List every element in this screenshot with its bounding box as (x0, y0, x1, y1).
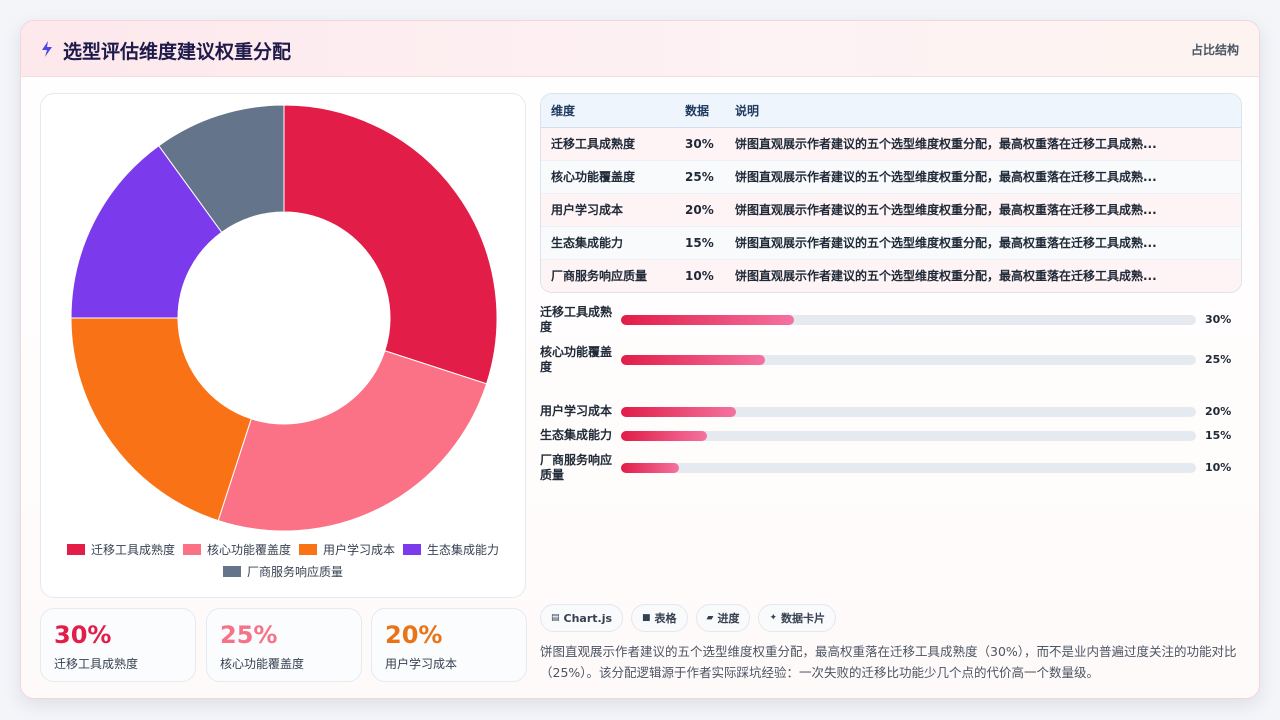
data-table: 维度 数据 说明 迁移工具成熟度 30% 饼图直观展示作者建议的五个选型维度权重… (540, 93, 1242, 293)
progress-label: 厂商服务响应质量 (540, 453, 613, 482)
progress-value: 30% (1205, 313, 1232, 326)
table-cell: 饼图直观展示作者建议的五个选型维度权重分配，最高权重落在迁移工具成熟... (725, 193, 1241, 227)
stat-label: 核心功能覆盖度 (220, 657, 305, 671)
pill-label: Chart.js (563, 611, 613, 625)
progress-value: 10% (1205, 461, 1232, 474)
table-cell: 30% (675, 127, 725, 161)
stat-card: 25% 核心功能覆盖度 (206, 608, 362, 682)
progress-track (621, 407, 1196, 417)
pill-label: 进度 (717, 612, 740, 625)
progress-value: 15% (1205, 429, 1232, 442)
progress-fill (621, 431, 708, 441)
legend-item[interactable]: 厂商服务响应质量 (222, 563, 343, 580)
chart-icon: ▤ (551, 613, 560, 623)
legend-label: 厂商服务响应质量 (246, 564, 343, 579)
dashboard-card: 选型评估维度建议权重分配 占比结构 迁移工具成熟度 核心功能覆盖度 用户学习成本… (20, 20, 1260, 699)
progress-track (621, 355, 1196, 365)
table-cell: 饼图直观展示作者建议的五个选型维度权重分配，最高权重落在迁移工具成熟... (725, 160, 1241, 194)
donut-chart (70, 104, 498, 532)
pill-label: 数据卡片 (781, 612, 826, 625)
legend-swatch (222, 565, 241, 577)
progress-icon: ▰ (706, 613, 714, 623)
progress-fill (621, 463, 679, 473)
progress-fill (621, 355, 765, 365)
legend-label: 用户学习成本 (323, 542, 396, 557)
legend-item[interactable]: 迁移工具成熟度 (66, 541, 175, 558)
header-tag: 占比结构 (1190, 43, 1239, 57)
donut-chart-panel: 迁移工具成熟度 核心功能覆盖度 用户学习成本 生态集成能力 厂商服务响应质量 (40, 93, 526, 598)
chart-legend: 迁移工具成熟度 核心功能覆盖度 用户学习成本 生态集成能力 厂商服务响应质量 (41, 538, 525, 582)
progress-track (621, 463, 1196, 473)
progress-fill (621, 407, 736, 417)
page-title: 选型评估维度建议权重分配 (63, 41, 292, 63)
stat-card: 30% 迁移工具成熟度 (40, 608, 196, 682)
feature-pills: ▤ Chart.js ■ 表格 ▰ 进度 ✦ 数据卡片 (540, 604, 844, 632)
table-pill[interactable]: ■ 表格 (631, 604, 688, 632)
stat-value: 25% (220, 621, 278, 649)
pill-label: 表格 (654, 612, 677, 625)
stat-label: 迁移工具成熟度 (54, 657, 139, 671)
progress-label: 迁移工具成熟度 (540, 305, 613, 334)
chartjs-pill[interactable]: ▤ Chart.js (540, 604, 624, 632)
description-text: 饼图直观展示作者建议的五个选型维度权重分配，最高权重落在迁移工具成熟度（30%）… (540, 644, 1237, 680)
legend-label: 生态集成能力 (427, 542, 500, 557)
progress-fill (621, 315, 794, 325)
legend-row: 厂商服务响应质量 (41, 560, 525, 582)
table-cell: 20% (675, 193, 725, 227)
table-cell: 厂商服务响应质量 (541, 259, 675, 292)
progress-label: 生态集成能力 (540, 428, 613, 442)
progress-value: 25% (1205, 353, 1232, 366)
progress-track (621, 431, 1196, 441)
column-header: 说明 (725, 94, 1241, 128)
table-row[interactable]: 用户学习成本 20% 饼图直观展示作者建议的五个选型维度权重分配，最高权重落在迁… (541, 193, 1241, 227)
progress-pill[interactable]: ▰ 进度 (695, 604, 751, 632)
donut-slice[interactable] (217, 350, 488, 532)
column-header: 维度 (541, 94, 675, 128)
legend-row: 迁移工具成熟度 核心功能覆盖度 用户学习成本 生态集成能力 (41, 538, 525, 560)
stat-card: 20% 用户学习成本 (371, 608, 527, 682)
column-header: 数据 (675, 94, 725, 128)
legend-swatch (403, 543, 422, 555)
sparkle-icon: ✦ (769, 613, 778, 623)
legend-swatch (182, 543, 201, 555)
table-header-row: 维度 数据 说明 (541, 94, 1241, 128)
legend-swatch (299, 543, 317, 555)
table-cell: 核心功能覆盖度 (541, 160, 675, 194)
legend-item[interactable]: 用户学习成本 (299, 541, 395, 558)
table-cell: 15% (675, 226, 725, 260)
progress-label: 核心功能覆盖度 (540, 345, 613, 374)
table-cell: 饼图直观展示作者建议的五个选型维度权重分配，最高权重落在迁移工具成熟... (725, 259, 1241, 292)
data-card-pill[interactable]: ✦ 数据卡片 (758, 604, 837, 632)
legend-swatch (66, 543, 85, 555)
table-cell: 25% (675, 160, 725, 194)
header-bar: 选型评估维度建议权重分配 占比结构 (21, 21, 1259, 77)
table-cell: 用户学习成本 (541, 193, 675, 227)
table-cell: 10% (675, 259, 725, 292)
lightning-icon (42, 41, 52, 57)
legend-label: 核心功能覆盖度 (206, 542, 291, 557)
progress-label: 用户学习成本 (540, 404, 613, 418)
table-cell: 生态集成能力 (541, 226, 675, 260)
table-cell: 饼图直观展示作者建议的五个选型维度权重分配，最高权重落在迁移工具成熟... (725, 127, 1241, 161)
legend-item[interactable]: 生态集成能力 (403, 541, 499, 558)
table-icon: ■ (642, 613, 651, 623)
table-row[interactable]: 核心功能覆盖度 25% 饼图直观展示作者建议的五个选型维度权重分配，最高权重落在… (541, 160, 1241, 194)
donut-slice[interactable] (70, 317, 252, 522)
stat-label: 用户学习成本 (385, 657, 458, 671)
legend-item[interactable]: 核心功能覆盖度 (182, 541, 291, 558)
table-row[interactable]: 厂商服务响应质量 10% 饼图直观展示作者建议的五个选型维度权重分配，最高权重落… (541, 259, 1241, 292)
stat-value: 30% (54, 621, 112, 649)
table-row[interactable]: 迁移工具成熟度 30% 饼图直观展示作者建议的五个选型维度权重分配，最高权重落在… (541, 127, 1241, 161)
stat-value: 20% (385, 621, 443, 649)
table-row[interactable]: 生态集成能力 15% 饼图直观展示作者建议的五个选型维度权重分配，最高权重落在迁… (541, 226, 1241, 260)
donut-slice[interactable] (283, 104, 498, 385)
progress-value: 20% (1205, 405, 1232, 418)
progress-track (621, 315, 1196, 325)
table-cell: 饼图直观展示作者建议的五个选型维度权重分配，最高权重落在迁移工具成熟... (725, 226, 1241, 260)
table-cell: 迁移工具成熟度 (541, 127, 675, 161)
legend-label: 迁移工具成熟度 (90, 542, 175, 557)
